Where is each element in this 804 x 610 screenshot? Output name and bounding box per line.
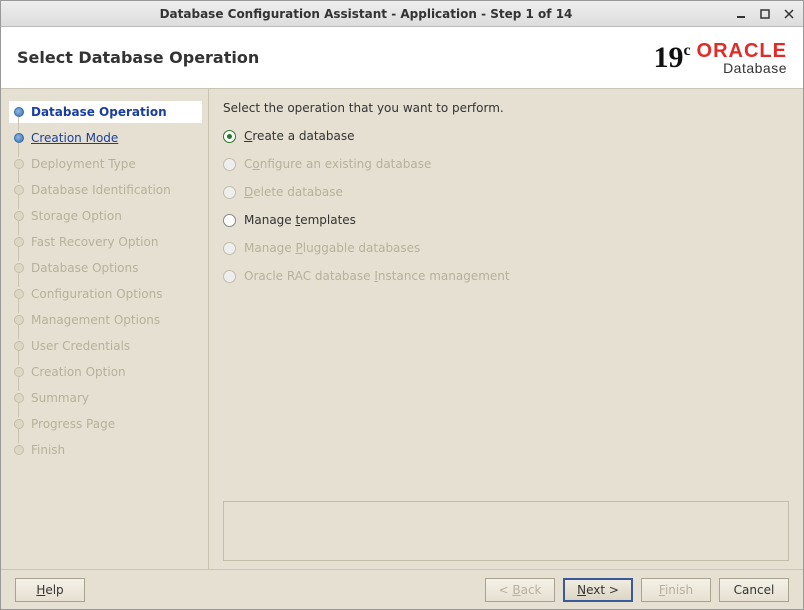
step-finish: Finish — [9, 439, 202, 461]
radio-label: Delete database — [244, 185, 343, 199]
oracle-logo-text: ORACLE — [697, 41, 787, 61]
radio-create-database[interactable]: Create a database — [223, 129, 789, 143]
step-storage-option: Storage Option — [9, 205, 202, 227]
step-fast-recovery-option: Fast Recovery Option — [9, 231, 202, 253]
radio-icon — [223, 158, 236, 171]
page-title: Select Database Operation — [17, 48, 653, 67]
radio-icon — [223, 186, 236, 199]
minimize-icon[interactable] — [733, 7, 749, 21]
radio-delete-database: Delete database — [223, 185, 789, 199]
radio-label: Create a database — [244, 129, 355, 143]
radio-icon — [223, 242, 236, 255]
step-configuration-options: Configuration Options — [9, 283, 202, 305]
step-database-operation[interactable]: Database Operation — [9, 101, 202, 123]
step-creation-option: Creation Option — [9, 361, 202, 383]
step-deployment-type: Deployment Type — [9, 153, 202, 175]
body: Database Operation Creation Mode Deploymen… — [1, 89, 803, 569]
app-window: Database Configuration Assistant - Appli… — [0, 0, 804, 610]
step-link[interactable]: Creation Mode — [31, 131, 118, 145]
radio-manage-templates[interactable]: Manage templates — [223, 213, 789, 227]
step-progress-page: Progress Page — [9, 413, 202, 435]
radio-icon — [223, 270, 236, 283]
close-icon[interactable] — [781, 7, 797, 21]
version-badge: 19c — [653, 43, 690, 73]
maximize-icon[interactable] — [757, 7, 773, 21]
info-box — [223, 501, 789, 561]
step-database-identification: Database Identification — [9, 179, 202, 201]
titlebar: Database Configuration Assistant - Appli… — [1, 1, 803, 27]
page-header: Select Database Operation 19c ORACLE Dat… — [1, 27, 803, 89]
radio-rac-instance-mgmt: Oracle RAC database Instance management — [223, 269, 789, 283]
step-summary: Summary — [9, 387, 202, 409]
radio-icon — [223, 214, 236, 227]
wizard-sidebar: Database Operation Creation Mode Deploymen… — [1, 89, 209, 569]
window-title: Database Configuration Assistant - Appli… — [7, 7, 725, 21]
help-button[interactable]: Help — [15, 578, 85, 602]
footer: Help < Back Next > Finish Cancel — [1, 569, 803, 609]
radio-configure-existing: Configure an existing database — [223, 157, 789, 171]
oracle-sublabel: Database — [723, 61, 787, 75]
step-creation-mode[interactable]: Creation Mode — [9, 127, 202, 149]
oracle-brand: 19c ORACLE Database — [653, 41, 787, 75]
cancel-button[interactable]: Cancel — [719, 578, 789, 602]
radio-label: Configure an existing database — [244, 157, 431, 171]
next-button[interactable]: Next > — [563, 578, 633, 602]
radio-label: Oracle RAC database Instance management — [244, 269, 510, 283]
main-panel: Select the operation that you want to pe… — [209, 89, 803, 569]
radio-label: Manage templates — [244, 213, 356, 227]
step-database-options: Database Options — [9, 257, 202, 279]
operation-radio-group: Create a database Configure an existing d… — [223, 129, 789, 501]
step-user-credentials: User Credentials — [9, 335, 202, 357]
radio-icon — [223, 130, 236, 143]
finish-button[interactable]: Finish — [641, 578, 711, 602]
step-management-options: Management Options — [9, 309, 202, 331]
back-button[interactable]: < Back — [485, 578, 555, 602]
instruction-text: Select the operation that you want to pe… — [223, 101, 789, 115]
radio-label: Manage Pluggable databases — [244, 241, 420, 255]
radio-manage-pluggable: Manage Pluggable databases — [223, 241, 789, 255]
